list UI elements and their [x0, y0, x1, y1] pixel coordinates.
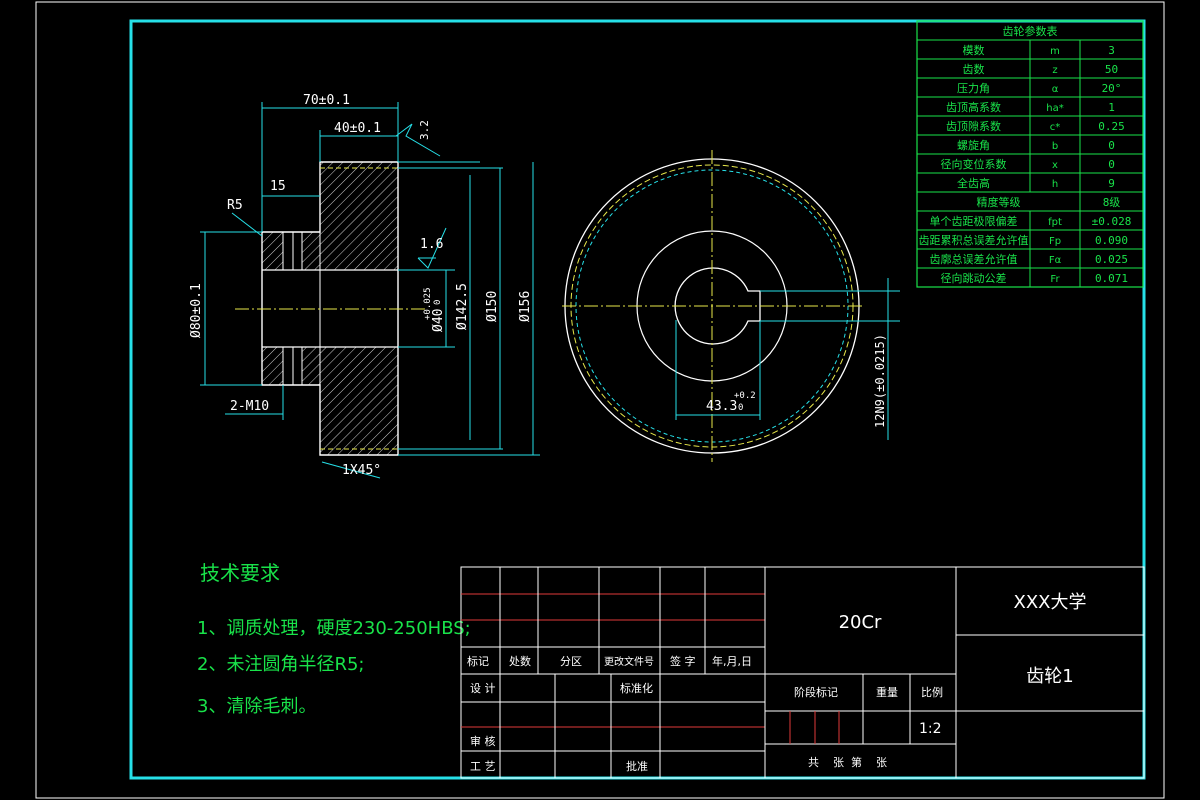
param-name: 单个齿距极限偏差 [930, 214, 1018, 228]
tb-label-fenqu: 分区 [560, 655, 582, 668]
keyway-tol-upper: +0.2 [734, 391, 756, 401]
param-name: 螺旋角 [957, 138, 990, 152]
technical-requirements: 技术要求 1、调质处理，硬度230-250HBS; 2、未注圆角半径R5; 3、… [197, 561, 471, 717]
param-value: 0.090 [1095, 234, 1128, 247]
param-value: 0.25 [1098, 120, 1125, 133]
len-40-label: 40±0.1 [334, 121, 381, 136]
tb-label-sheji: 设 计 [470, 682, 496, 695]
tb-label-jieduan: 阶段标记 [794, 685, 838, 699]
dia-150-label: Ø150 [485, 291, 500, 322]
param-symbol: Fα [1049, 255, 1062, 266]
rough-32-label: 3.2 [418, 120, 431, 140]
tb-scale: 1:2 [919, 721, 942, 737]
tb-label-shenhe: 审 核 [470, 734, 496, 748]
radius-label: R5 [227, 198, 243, 213]
tb-label-genggai: 更改文件号 [604, 655, 654, 668]
param-name: 齿顶高系数 [946, 100, 1001, 114]
keyway-depth-label: 43.3 [706, 399, 737, 414]
param-value: 9 [1108, 177, 1115, 190]
dia-40-tol-lower: 0 [433, 300, 443, 305]
thread-label: 2-M10 [230, 399, 269, 414]
param-value: 0.071 [1095, 272, 1128, 285]
tech-req-item-2: 2、未注圆角半径R5; [197, 654, 364, 675]
param-value: 0 [1108, 158, 1115, 171]
front-dimensions [675, 278, 900, 440]
chamfer-label: 1X45° [342, 463, 381, 478]
param-name: 齿距累积总误差允许值 [919, 233, 1029, 247]
tb-label-biaozhunhua: 标准化 [620, 681, 653, 695]
tb-label-bili: 比例 [921, 685, 943, 699]
front-dimension-labels: 43.3 +0.2 0 12N9(±0.0215) [706, 334, 887, 428]
param-symbol: z [1052, 65, 1057, 76]
tech-req-item-1: 1、调质处理，硬度230-250HBS; [197, 618, 471, 639]
param-symbol: x [1052, 160, 1058, 171]
tech-req-title: 技术要求 [200, 561, 280, 585]
param-name: 径向跳动公差 [941, 271, 1007, 285]
tb-part-name: 齿轮1 [1026, 666, 1073, 687]
dia-40-tol-upper: +0.025 [423, 287, 433, 320]
title-block-text: 标记 处数 分区 更改文件号 签 字 年,月,日 设 计 标准化 审 核 工 艺… [467, 592, 1087, 773]
param-symbol: ha* [1046, 103, 1063, 114]
param-symbol: α [1052, 84, 1059, 95]
param-name: 齿数 [963, 63, 985, 76]
tech-req-item-3: 3、清除毛刺。 [197, 696, 316, 717]
param-symbol: c* [1050, 122, 1061, 133]
param-name: 全齿高 [957, 176, 990, 190]
dia-1425-label: Ø142.5 [455, 283, 470, 330]
param-table-title: 齿轮参数表 [1003, 24, 1058, 38]
parameter-table: 齿轮参数表 模数 m 3 齿数 z 50 压力角 α 20° 齿顶高系数 ha* 1 齿顶隙系数 c* 0.… [916, 20, 1144, 288]
param-value: ±0.028 [1092, 215, 1132, 228]
tb-label-gongyi: 工 艺 [470, 760, 496, 773]
param-value: 0 [1108, 139, 1115, 152]
param-symbol: m [1050, 46, 1060, 57]
dia-40-label: Ø40 [431, 309, 446, 332]
param-value: 0.025 [1095, 253, 1128, 266]
param-value: 8级 [1103, 196, 1121, 209]
tb-label-biaoji: 标记 [467, 654, 489, 668]
param-value: 50 [1105, 63, 1118, 76]
param-value: 20° [1102, 82, 1122, 95]
param-value: 1 [1108, 101, 1115, 114]
dia-80-label: Ø80±0.1 [189, 283, 204, 338]
param-name: 径向变位系数 [941, 157, 1007, 171]
len-70-label: 70±0.1 [303, 93, 350, 108]
tb-label-date: 年,月,日 [712, 654, 752, 668]
param-symbol: Fp [1049, 236, 1061, 247]
tb-sheets: 共 张 第 张 [808, 755, 887, 769]
tb-label-qianzi: 签 字 [670, 654, 696, 668]
param-name: 模数 [963, 44, 985, 57]
tb-label-pizhun: 批准 [626, 759, 648, 773]
param-name: 齿顶隙系数 [946, 119, 1001, 133]
param-name: 齿廓总误差允许值 [930, 252, 1018, 266]
param-symbol: b [1052, 141, 1058, 152]
param-name: 精度等级 [977, 195, 1021, 209]
keyway-width-label: 12N9(±0.0215) [873, 334, 887, 428]
tb-material: 20Cr [839, 612, 882, 633]
dia-156-label: Ø156 [518, 291, 533, 322]
param-symbol: Fr [1050, 274, 1060, 285]
param-name: 压力角 [957, 82, 990, 95]
param-value: 3 [1108, 44, 1115, 57]
keyway-tol-lower: 0 [738, 403, 743, 413]
tb-label-chushu: 处数 [509, 655, 531, 668]
cad-drawing-canvas: 70±0.1 40±0.1 15 R5 Ø80±0.1 2-M10 1X45° … [35, 1, 1165, 799]
tb-university: XXX大学 [1014, 592, 1087, 613]
tb-label-zhongliang: 重量 [876, 685, 898, 699]
len-15-label: 15 [270, 179, 286, 194]
param-symbol: h [1052, 179, 1058, 190]
param-symbol: fpt [1048, 217, 1062, 228]
rough-16-label: 1.6 [420, 237, 443, 252]
